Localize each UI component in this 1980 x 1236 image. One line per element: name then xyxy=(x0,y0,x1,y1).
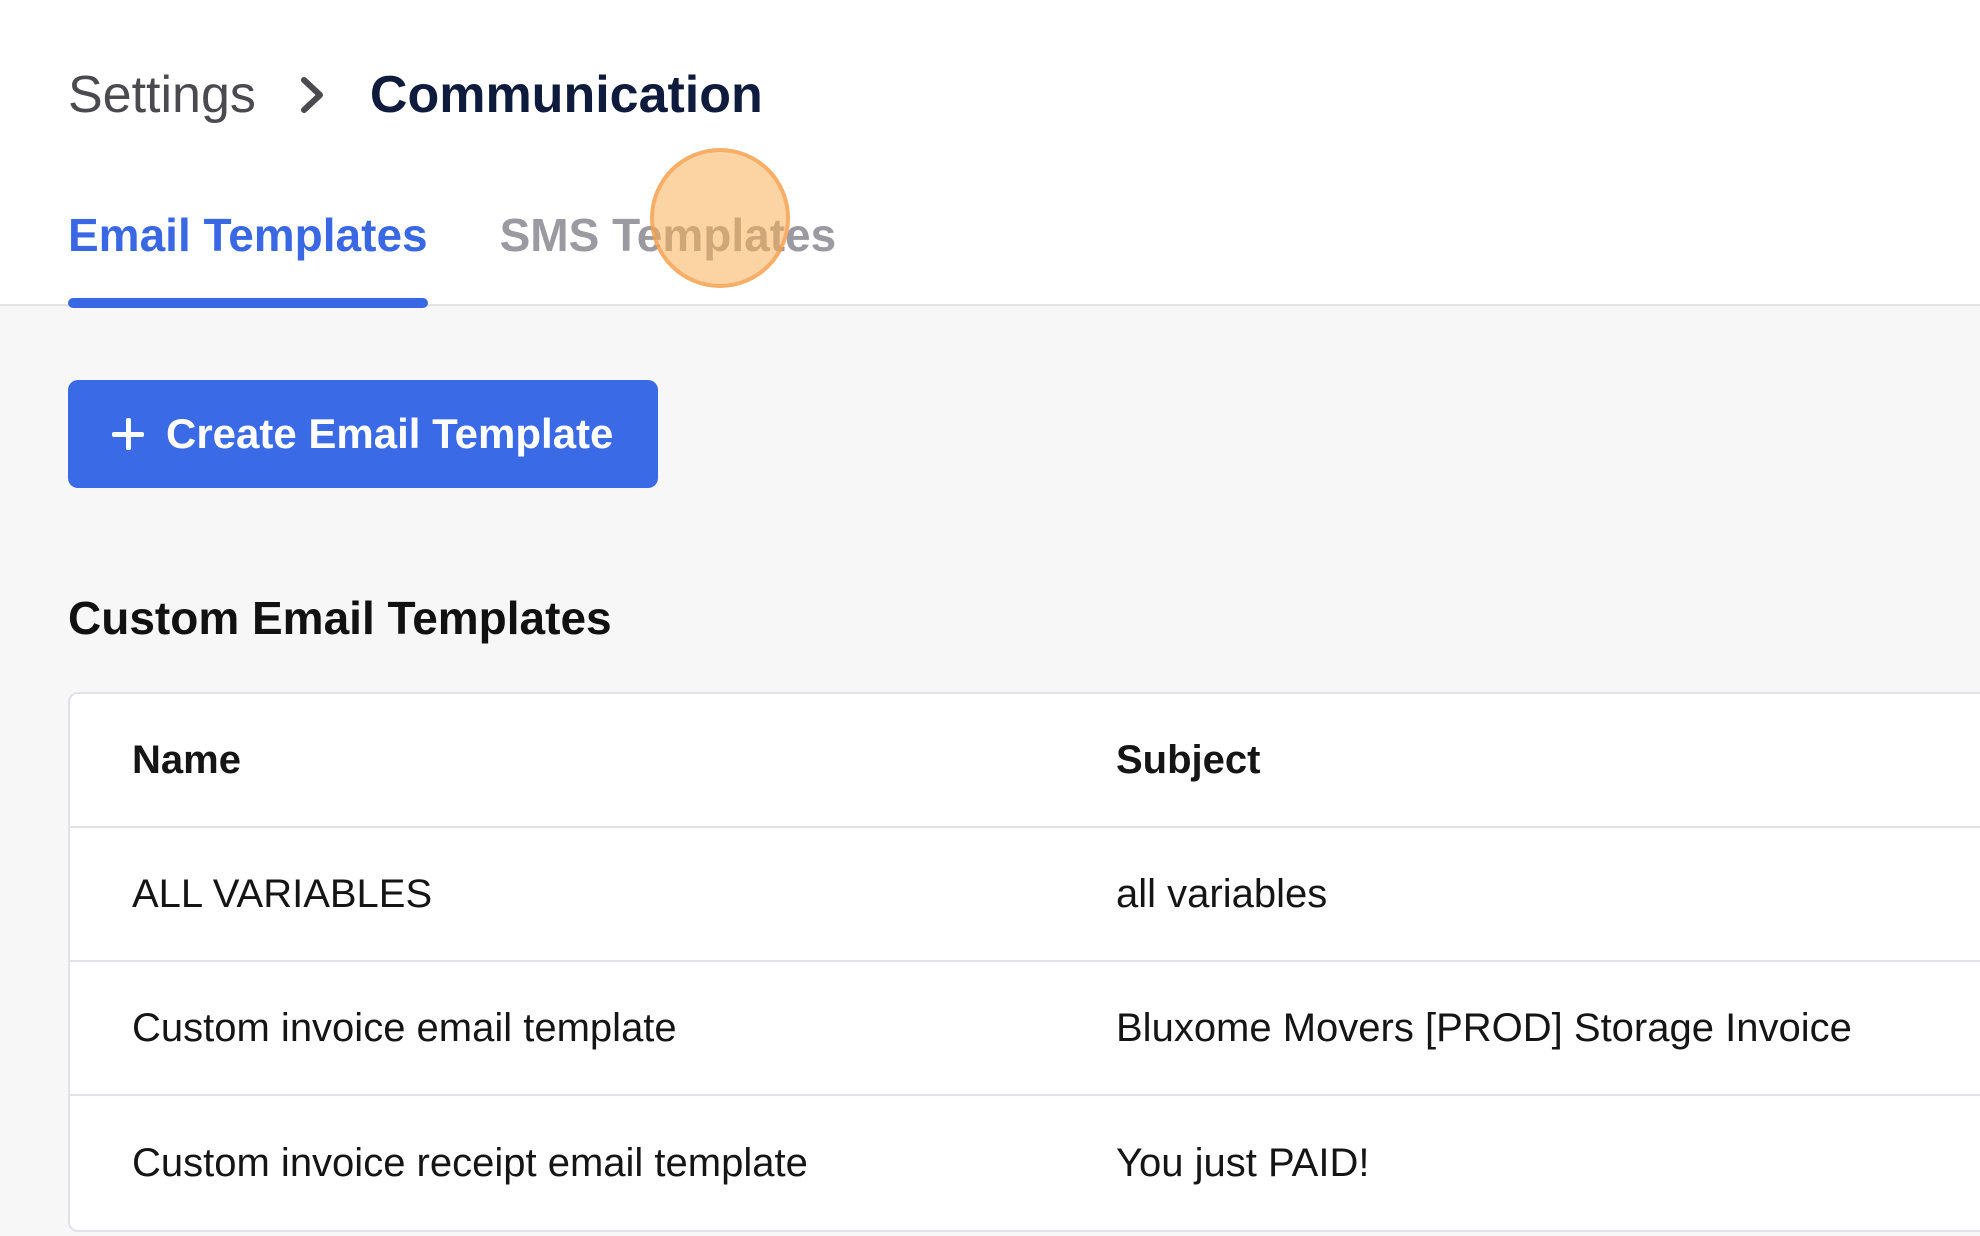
column-header-name: Name xyxy=(132,737,241,782)
table-row[interactable]: Custom invoice email template Bluxome Mo… xyxy=(70,962,1980,1096)
template-subject-cell: You just PAID! xyxy=(1116,1140,1370,1185)
table-header-row: Name Subject xyxy=(70,694,1980,828)
column-header-subject: Subject xyxy=(1116,737,1261,782)
active-tab-indicator xyxy=(68,298,428,308)
tab-sms-templates[interactable]: SMS Templates xyxy=(500,200,837,306)
tab-email-templates[interactable]: Email Templates xyxy=(68,200,428,308)
breadcrumb: Settings Communication xyxy=(68,60,763,130)
table-row[interactable]: ALL VARIABLES all variables xyxy=(70,828,1980,962)
section-title: Custom Email Templates xyxy=(68,592,612,644)
template-name-cell: Custom invoice receipt email template xyxy=(132,1140,808,1185)
template-subject-cell: Bluxome Movers [PROD] Storage Invoice xyxy=(1116,1005,1852,1050)
plus-icon xyxy=(112,418,144,450)
page-header: Settings Communication Email Templates S… xyxy=(0,0,1980,308)
template-tabs: Email Templates SMS Templates xyxy=(68,200,837,308)
breadcrumb-settings-link[interactable]: Settings xyxy=(68,60,256,130)
tab-email-templates-label: Email Templates xyxy=(68,209,428,261)
custom-email-templates-table: Name Subject ALL VARIABLES all variables… xyxy=(68,692,1980,1232)
page-title: Communication xyxy=(369,66,763,124)
tab-sms-templates-label: SMS Templates xyxy=(499,209,837,261)
create-email-template-button[interactable]: Create Email Template xyxy=(68,380,658,488)
table-row[interactable]: Custom invoice receipt email template Yo… xyxy=(70,1096,1980,1230)
create-email-template-label: Create Email Template xyxy=(166,410,614,457)
template-name-cell: Custom invoice email template xyxy=(132,1005,677,1050)
chevron-right-icon xyxy=(278,60,348,130)
template-name-cell: ALL VARIABLES xyxy=(132,871,433,916)
template-subject-cell: all variables xyxy=(1116,871,1328,916)
